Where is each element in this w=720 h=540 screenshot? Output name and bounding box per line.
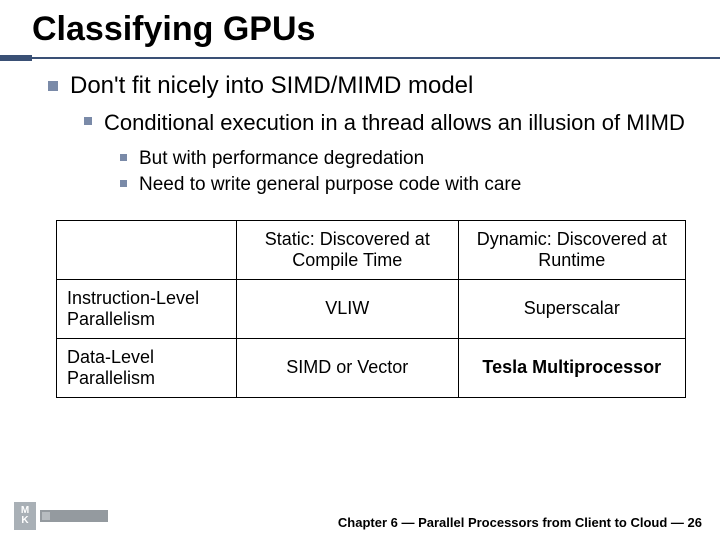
table-col-header: Static: Discovered at Compile Time [237, 220, 459, 279]
title-rule [0, 55, 720, 61]
slide-title: Classifying GPUs [32, 10, 720, 49]
table-row-header: Data-Level Parallelism [57, 338, 237, 397]
bullet-lvl3: Need to write general purpose code with … [120, 173, 692, 198]
publisher-logo: M K [14, 502, 108, 530]
table-row-header: Instruction-Level Parallelism [57, 279, 237, 338]
bullet-lvl3a-text: But with performance degredation [139, 147, 424, 172]
bullet-lvl1: Don't fit nicely into SIMD/MIMD model [48, 71, 692, 101]
bullet-lvl3: But with performance degredation [120, 147, 692, 172]
footer-text: Chapter 6 — Parallel Processors from Cli… [338, 515, 702, 530]
classification-table: Static: Discovered at Compile Time Dynam… [56, 220, 686, 398]
table-cell: SIMD or Vector [237, 338, 459, 397]
table-corner-cell [57, 220, 237, 279]
square-bullet-icon [120, 180, 127, 187]
bullet-lvl3b-text: Need to write general purpose code with … [139, 173, 521, 198]
logo-letter: K [21, 516, 28, 526]
square-bullet-icon [48, 81, 58, 91]
table-cell: Superscalar [458, 279, 685, 338]
square-bullet-icon [84, 117, 92, 125]
bullet-lvl1-text: Don't fit nicely into SIMD/MIMD model [70, 71, 473, 101]
bullet-lvl2-text: Conditional execution in a thread allows… [104, 109, 685, 137]
logo-mk-icon: M K [14, 502, 36, 530]
logo-bar-icon [40, 510, 108, 522]
table-cell: VLIW [237, 279, 459, 338]
square-bullet-icon [120, 154, 127, 161]
table-col-header: Dynamic: Discovered at Runtime [458, 220, 685, 279]
bullet-lvl2: Conditional execution in a thread allows… [84, 109, 692, 137]
table-cell-emphasis: Tesla Multiprocessor [458, 338, 685, 397]
